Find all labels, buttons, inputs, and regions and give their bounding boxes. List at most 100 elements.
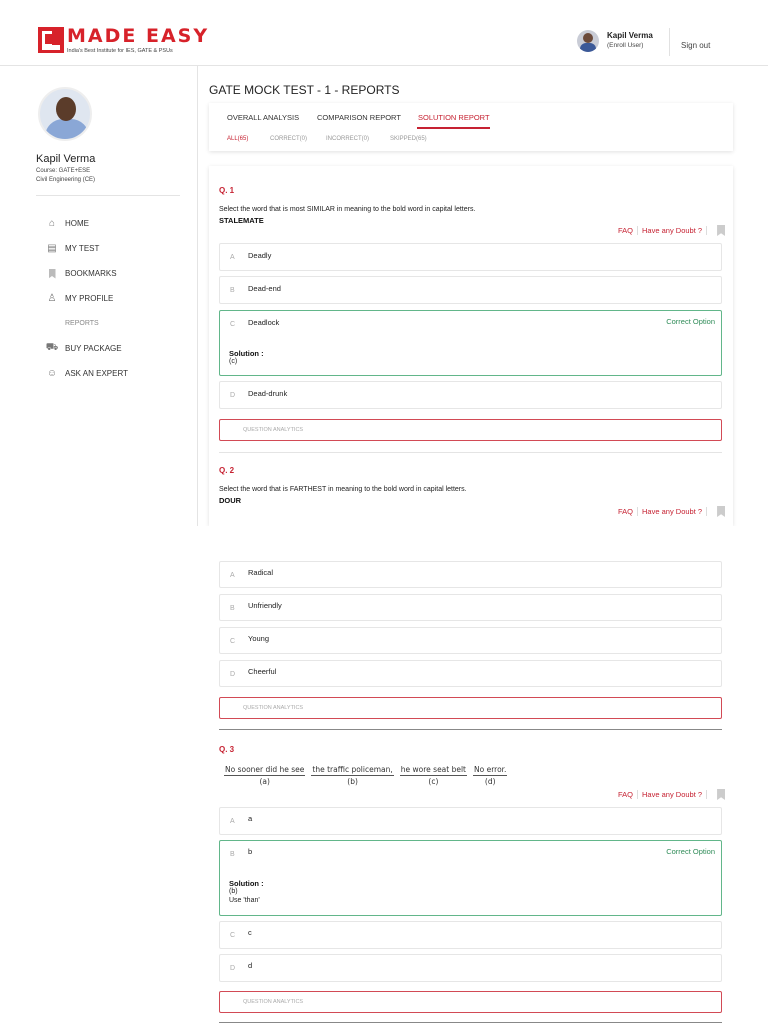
branch-text: Civil Engineering (CE): [36, 177, 96, 183]
option-letter: A: [230, 254, 235, 261]
faq-link[interactable]: FAQ: [618, 226, 633, 235]
sidebar-item-label: MY TEST: [65, 244, 100, 253]
sidebar-item-reports[interactable]: REPORTS: [46, 311, 128, 336]
filter-correct[interactable]: CORRECT(0): [270, 136, 307, 142]
option-text: Dead-drunk: [248, 389, 288, 398]
question-text: Select the word that is FARTHEST in mean…: [219, 486, 467, 493]
logo-tagline: India's Best Institute for IES, GATE & P…: [67, 48, 173, 54]
sidebar-item-my-test[interactable]: ▤ MY TEST: [46, 236, 128, 261]
question-separator: [219, 729, 722, 730]
logo-mark-icon: [38, 27, 64, 53]
filter-all[interactable]: ALL(65): [227, 136, 248, 142]
solution-title: Solution :: [229, 349, 264, 358]
solution-note: Use 'than': [229, 897, 260, 904]
page-title: GATE MOCK TEST - 1 - REPORTS: [209, 83, 400, 97]
option-letter: D: [230, 671, 236, 678]
signout-link[interactable]: Sign out: [681, 41, 710, 50]
question-separator: [219, 1022, 722, 1023]
tab-solution-report[interactable]: SOLUTION REPORT: [418, 113, 490, 122]
logo-name: MADE EASY: [67, 25, 210, 47]
bookmark-icon[interactable]: [717, 506, 726, 517]
faq-bar: FAQ Have any Doubt ?: [618, 789, 726, 800]
option-a[interactable]: A Deadly: [219, 243, 722, 271]
expert-icon: ☺: [46, 368, 58, 379]
solution-text: (b): [229, 888, 238, 895]
sidebar-item-label: HOME: [65, 219, 89, 228]
sidebar-item-my-profile[interactable]: ♙ MY PROFILE: [46, 286, 128, 311]
question-word: STALEMATE: [219, 216, 264, 225]
doubt-link[interactable]: Have any Doubt ?: [642, 226, 702, 235]
option-text: d: [248, 961, 253, 970]
solution-text: (c): [229, 358, 238, 365]
option-letter: B: [230, 605, 235, 612]
test-icon: ▤: [47, 243, 57, 254]
filter-incorrect[interactable]: INCORRECT(0): [326, 136, 369, 142]
option-text: Unfriendly: [248, 601, 282, 610]
sidebar-item-bookmarks[interactable]: BOOKMARKS: [46, 261, 128, 286]
doubt-link[interactable]: Have any Doubt ?: [642, 790, 702, 799]
option-a[interactable]: A a: [219, 807, 722, 835]
user-name: Kapil Verma: [607, 31, 653, 40]
tab-comparison-report[interactable]: COMPARISON REPORT: [317, 113, 401, 122]
option-d[interactable]: D Dead-drunk: [219, 381, 722, 409]
option-letter: A: [230, 572, 235, 579]
page-gap: [0, 526, 768, 562]
faq-link[interactable]: FAQ: [618, 507, 633, 516]
option-letter: C: [230, 321, 236, 328]
doubt-link[interactable]: Have any Doubt ?: [642, 507, 702, 516]
question-word: DOUR: [219, 496, 242, 505]
question-text: Select the word that is most SIMILAR in …: [219, 206, 476, 213]
sidebar-menu: ⌂ HOME ▤ MY TEST BOOKMARKS ♙ MY PROFILE …: [46, 211, 128, 386]
question-separator: [219, 452, 722, 453]
option-text: Deadlock: [248, 318, 280, 327]
sidebar-item-home[interactable]: ⌂ HOME: [46, 211, 128, 236]
sentence-part-a: No sooner did he see (a): [224, 765, 306, 786]
option-c[interactable]: C Deadlock Correct Option Solution : (c): [219, 310, 722, 376]
option-c[interactable]: C Young: [219, 627, 722, 654]
part-text: No error.: [473, 765, 508, 776]
faq-bar: FAQ Have any Doubt ?: [618, 506, 726, 517]
analytics-label: QUESTION ANALYTICS: [243, 705, 304, 711]
bookmark-icon[interactable]: [717, 225, 726, 236]
option-letter: D: [230, 392, 236, 399]
question-analytics-button[interactable]: QUESTION ANALYTICS: [219, 697, 722, 719]
question-analytics-button[interactable]: QUESTION ANALYTICS: [219, 991, 722, 1013]
tab-overall-analysis[interactable]: OVERALL ANALYSIS: [227, 113, 299, 122]
sentence-part-b: the traffic policeman, (b): [311, 765, 394, 786]
user-role: (Enroll User): [607, 42, 644, 49]
sidebar-item-label: BOOKMARKS: [65, 269, 117, 278]
user-menu[interactable]: Kapil Verma (Enroll User): [577, 30, 653, 52]
option-letter: A: [230, 818, 235, 825]
made-easy-logo[interactable]: MADE EASY India's Best Institute for IES…: [38, 27, 209, 54]
option-b[interactable]: B Unfriendly: [219, 594, 722, 621]
profile-photo: [38, 87, 92, 141]
sidebar-separator: [36, 195, 180, 196]
option-b[interactable]: B Dead-end: [219, 276, 722, 304]
sentence-part-d: No error. (d): [473, 765, 508, 786]
active-tab-indicator: [417, 127, 490, 129]
option-a[interactable]: A Radical: [219, 561, 722, 588]
option-d[interactable]: D Cheerful: [219, 660, 722, 687]
faq-link[interactable]: FAQ: [618, 790, 633, 799]
option-text: Deadly: [248, 251, 272, 260]
sidebar: Kapil Verma Course: GATE+ESE Civil Engin…: [0, 66, 198, 526]
option-d[interactable]: D d: [219, 954, 722, 982]
top-header: MADE EASY India's Best Institute for IES…: [0, 0, 768, 66]
option-text: a: [248, 814, 253, 823]
question-number: Q. 1: [219, 186, 235, 195]
sidebar-item-ask-expert[interactable]: ☺ ASK AN EXPERT: [46, 361, 128, 386]
sentence-part-c: he wore seat belt (c): [399, 765, 467, 786]
avatar: [577, 30, 599, 52]
question-number: Q. 3: [219, 745, 235, 754]
sidebar-item-label: MY PROFILE: [65, 294, 114, 303]
analytics-label: QUESTION ANALYTICS: [243, 999, 304, 1005]
solution-title: Solution :: [229, 879, 264, 888]
option-b[interactable]: B b Correct Option Solution : (b) Use 't…: [219, 840, 722, 916]
question-analytics-button[interactable]: QUESTION ANALYTICS: [219, 419, 722, 441]
part-label: (c): [428, 777, 439, 786]
bookmark-icon[interactable]: [717, 789, 726, 800]
part-text: No sooner did he see: [224, 765, 306, 776]
filter-skipped[interactable]: SKIPPED(65): [390, 136, 427, 142]
sidebar-item-buy-package[interactable]: ⛟ BUY PACKAGE: [46, 336, 128, 361]
option-c[interactable]: C c: [219, 921, 722, 949]
